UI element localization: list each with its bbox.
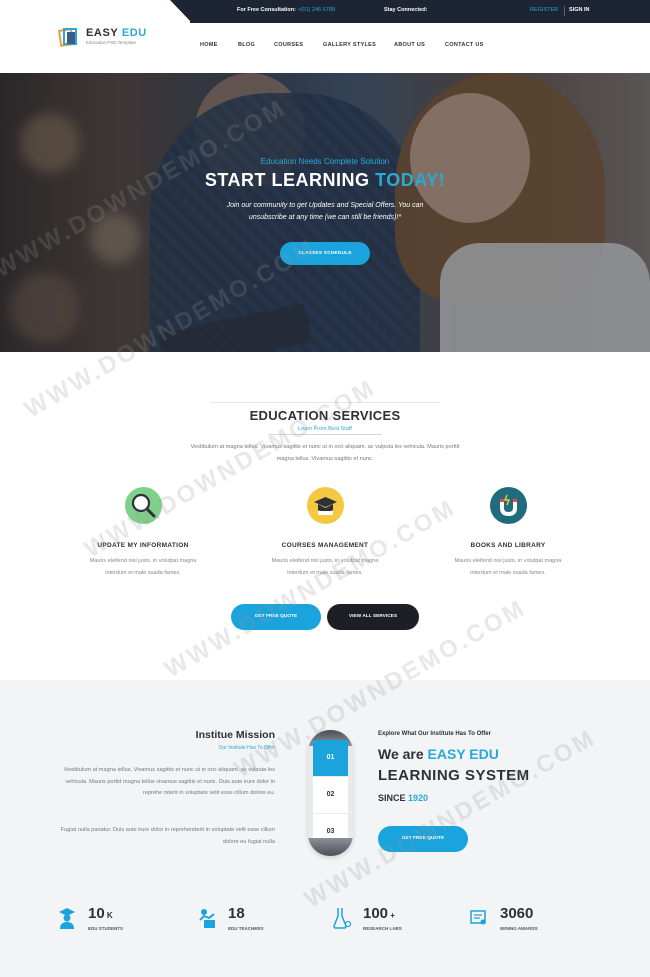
services-description: Vestibulum at magna tellus. Vivamus sagi… (190, 444, 460, 462)
explore-heading-accent: EASY EDU (427, 746, 499, 762)
stat-teachers: 18 EDU TEACHERS (198, 905, 328, 935)
services-underline (268, 434, 382, 435)
stat-value: 18 (228, 905, 245, 922)
flask-icon (333, 908, 351, 929)
consultation-info: For Free Consultation: +(01) 245 6789 (237, 7, 335, 13)
hero-text: Join our community to get Updates and Sp… (226, 202, 424, 221)
service-card[interactable]: BOOKS AND LIBRARY Mauris eleifend nisi j… (428, 487, 588, 579)
stat-unit: K (104, 911, 113, 920)
stat-unit: + (388, 911, 395, 920)
nav-item-home[interactable]: HOME (200, 42, 218, 48)
service-name: UPDATE MY INFORMATION (97, 542, 189, 549)
stat-number: 10 K (88, 905, 113, 922)
mission-title: Institue Mission (195, 729, 275, 741)
hero-tagline: Education Needs Complete Solution (260, 157, 390, 166)
step-tab[interactable]: 02 (313, 777, 348, 813)
since-year: SINCE 1920 (378, 793, 428, 803)
hero-title-main: START LEARNING (204, 170, 376, 190)
nav-item-courses[interactable]: COURSES (274, 42, 303, 48)
step-selector: 01 02 03 (308, 730, 353, 856)
hero-title-accent: TODAY! (375, 170, 446, 190)
search-icon (124, 487, 162, 524)
service-text: Mauris eleifend nisi justo, in volutpat … (89, 558, 197, 576)
view-all-services-button[interactable]: VIEW ALL SERVICES (327, 604, 419, 630)
main-navigation: HOME BLOG COURSES GALLERY STYLES ABOUT U… (0, 42, 650, 52)
magnet-icon (489, 487, 527, 524)
mission-paragraph: Fugiat nulla pariatur. Duis aute irure d… (60, 827, 275, 845)
explore-lead: Explore What Our Institute Has To Offer (378, 731, 491, 737)
nav-item-gallery-styles[interactable]: GALLERY STYLES (323, 42, 376, 48)
top-bar-slant (170, 0, 192, 23)
nav-item-about-us[interactable]: ABOUT US (394, 42, 425, 48)
stat-labs: 100 + RESEARCH LABS (333, 905, 463, 935)
logo-title: EASY EDU (86, 27, 147, 39)
service-card[interactable]: COURSES MANAGEMENT Mauris eleifend nisi … (245, 487, 405, 579)
get-free-quote-button-2[interactable]: GET FREE QUOTE (378, 826, 468, 852)
stay-connected-label: Stay Connected: (384, 7, 428, 13)
graduation-cap-icon (306, 487, 344, 524)
mission-section: Institue Mission Our Institute Has To Of… (0, 680, 650, 977)
stat-label: EDU STUDENTS (88, 926, 124, 931)
explore-heading-main: We are (378, 746, 428, 762)
service-card[interactable]: UPDATE MY INFORMATION Mauris eleifend ni… (63, 487, 223, 579)
register-link[interactable]: REGISTER (530, 7, 558, 13)
nav-item-blog[interactable]: BLOG (238, 42, 255, 48)
stat-value: 100 (363, 905, 389, 922)
explore-heading: We are EASY EDU (378, 746, 499, 762)
graduate-icon (59, 908, 75, 929)
stat-number: 3060 (500, 905, 533, 922)
service-name: COURSES MANAGEMENT (281, 542, 369, 549)
stat-number: 100 + (363, 905, 395, 922)
services-divider (210, 402, 440, 403)
hero-title: START LEARNING TODAY! (0, 170, 650, 191)
stat-label: WINING AWARDS (500, 926, 538, 931)
step-tab[interactable]: 01 (313, 740, 348, 776)
stat-students: 10 K EDU STUDENTS (58, 905, 188, 935)
services-title: EDUCATION SERVICES (249, 408, 401, 423)
sign-in-link[interactable]: SIGN IN (569, 7, 589, 13)
service-name: BOOKS AND LIBRARY (470, 542, 546, 549)
stat-value: 10 (88, 905, 105, 922)
step-selector-rim (308, 838, 353, 856)
nav-item-contact-us[interactable]: CONTACT US (445, 42, 484, 48)
mission-subtitle: Our Institute Has To Offer (218, 745, 275, 751)
service-text: Mauris eleifend nisi justo, in volutpat … (454, 558, 562, 576)
stat-number: 18 (228, 905, 245, 922)
since-value: 1920 (408, 793, 429, 803)
since-label: SINCE (378, 793, 409, 803)
stat-label: RESEARCH LABS (363, 926, 402, 931)
service-text: Mauris eleifend nisi justo, in volutpat … (271, 558, 379, 576)
explore-heading-2: LEARNING SYSTEM (378, 767, 530, 784)
stat-awards: 3060 WINING AWARDS (470, 905, 600, 935)
classes-schedule-button[interactable]: CLASSES SCHEDULE (280, 242, 370, 265)
certificate-icon (470, 910, 486, 925)
stat-label: EDU TEACHERS (228, 926, 264, 931)
logo-title-main: EASY (86, 27, 122, 39)
top-bar: For Free Consultation: +(01) 245 6789 St… (0, 0, 650, 23)
services-subtitle: Learn From Best Staff (298, 426, 352, 432)
stat-value: 3060 (500, 905, 534, 922)
top-bar-divider (564, 6, 565, 16)
hero-banner: Education Needs Complete Solution START … (0, 73, 650, 352)
teacher-icon (199, 909, 215, 928)
consultation-phone[interactable]: +(01) 245 6789 (298, 7, 335, 13)
mission-paragraph: Vestibulum at magna tellus. Vivamus sagi… (63, 767, 275, 796)
get-free-quote-button[interactable]: GET FREE QUOTE (231, 604, 321, 630)
consultation-label: For Free Consultation: (237, 7, 296, 13)
logo-title-accent: EDU (121, 27, 147, 39)
